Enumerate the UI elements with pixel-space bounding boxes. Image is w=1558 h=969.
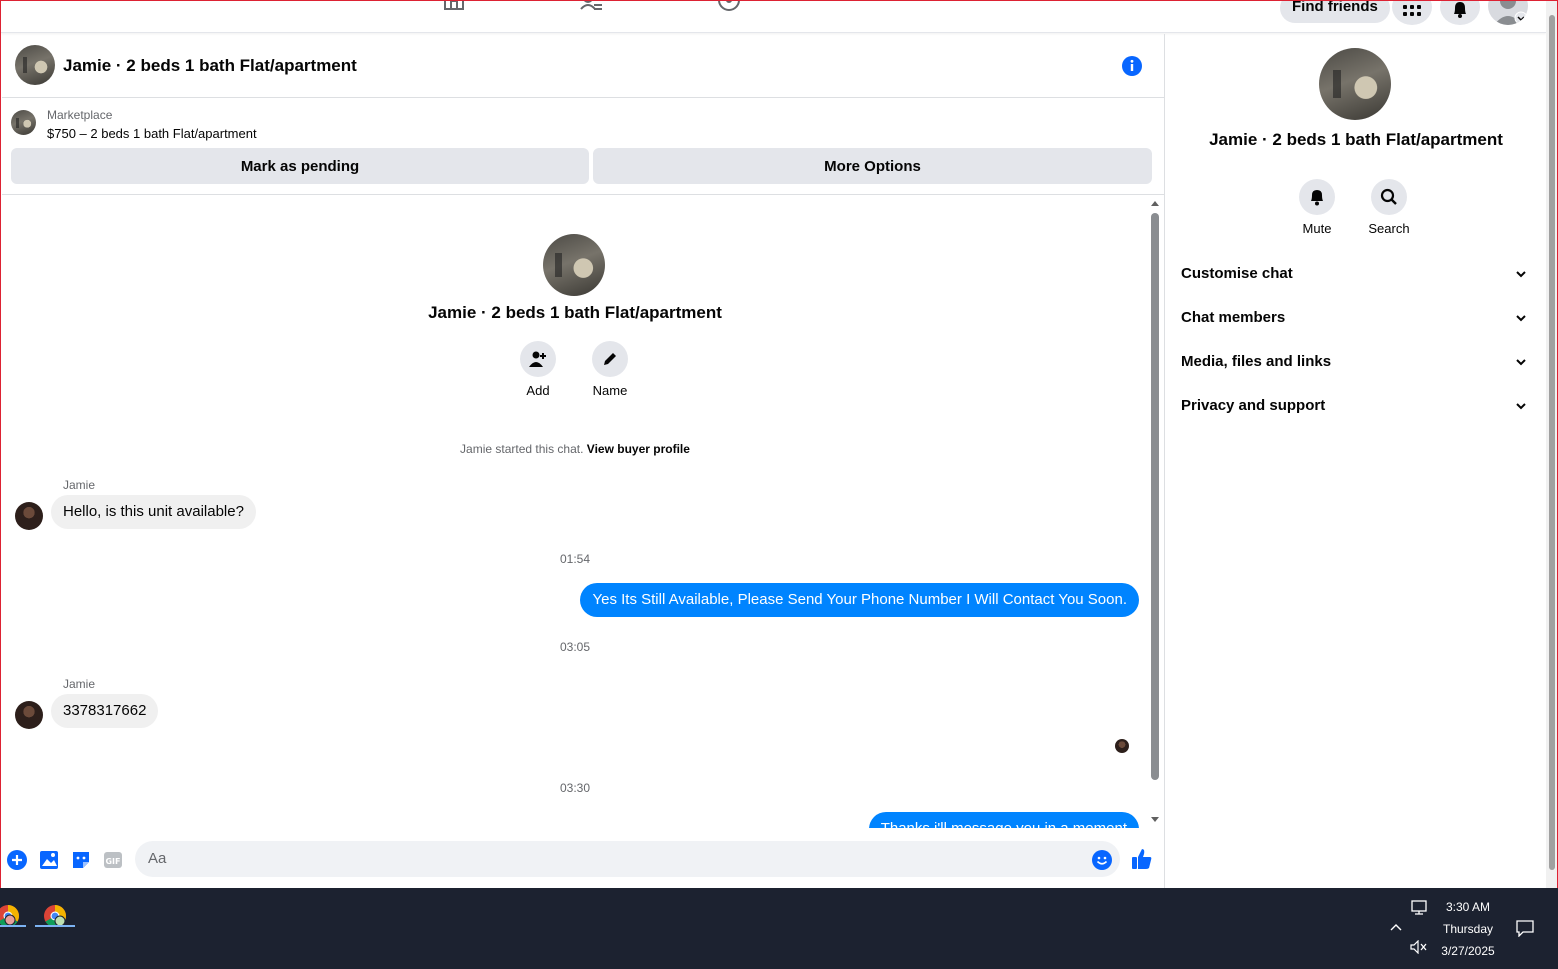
account-avatar[interactable] [1488,1,1528,25]
media-files-links-section[interactable]: Media, files and links [1181,344,1531,380]
listing-title[interactable]: $750 – 2 beds 1 bath Flat/apartment [47,126,257,141]
scroll-down-arrow-icon[interactable] [1151,817,1159,822]
section-label: Privacy and support [1181,397,1326,414]
chat-header: Jamie · 2 beds 1 bath Flat/apartment [2,34,1164,98]
search-action[interactable]: Search [1359,179,1419,236]
bell-icon [1311,190,1323,206]
windows-taskbar: 3:30 AM Thursday 3/27/2025 [0,888,1558,969]
name-label: Name [592,383,628,398]
customise-chat-section[interactable]: Customise chat [1181,256,1531,292]
svg-text:GIF: GIF [105,857,120,866]
mute-action[interactable]: Mute [1287,179,1347,236]
message-scroll-thumb[interactable] [1151,213,1159,780]
incoming-message[interactable]: 3378317662 [51,694,159,728]
chevron-down-icon [1516,359,1526,366]
more-options-button[interactable]: More Options [593,148,1152,184]
message-sender: Jamie [63,478,96,492]
outgoing-message[interactable]: Thanks i'll message you in a moment [868,812,1139,828]
chevron-up-icon[interactable] [1389,922,1403,932]
chrome-profile-icon[interactable] [0,896,28,936]
chat-title[interactable]: Jamie · 2 beds 1 bath Flat/apartment [63,56,357,76]
find-friends-button[interactable]: Find friends [1280,1,1390,23]
clock-date[interactable]: 3/27/2025 [1428,944,1508,958]
mark-as-pending-button[interactable]: Mark as pending [11,148,589,184]
section-label: Media, files and links [1181,353,1332,370]
message-timestamp: 03:05 [559,640,591,654]
add-people-action[interactable]: Add [508,341,568,398]
grid-menu-icon [1403,5,1421,16]
scroll-up-arrow-icon[interactable] [1151,201,1159,206]
menu-button[interactable] [1392,1,1432,25]
pencil-icon [604,353,616,365]
incoming-message[interactable]: Hello, is this unit available? [51,495,256,529]
conversation-details-panel: Jamie · 2 beds 1 bath Flat/apartment Mut… [1164,34,1546,888]
section-label: Chat members [1181,309,1286,326]
thumbs-up-icon[interactable] [1130,847,1154,871]
clock-day[interactable]: Thursday [1428,922,1508,936]
search-icon [1380,188,1397,205]
top-navigation: Find friends [1,1,1546,33]
profile-silhouette-icon [1494,1,1528,25]
chat-members-section[interactable]: Chat members [1181,300,1531,336]
info-icon[interactable] [1121,55,1143,77]
more-actions-icon[interactable] [6,849,28,871]
name-chat-action[interactable]: Name [580,341,640,398]
volume-muted-icon[interactable] [1410,940,1428,954]
chat-started-notice: Jamie started this chat. View buyer prof… [2,442,1148,456]
browser-page: Find friends Jamie · 2 beds 1 bath Flat/… [0,0,1558,888]
search-label: Search [1368,221,1410,236]
message-list[interactable]: Jamie · 2 beds 1 bath Flat/apartment Add… [2,196,1148,828]
active-app-indicator [35,925,75,927]
privacy-support-section[interactable]: Privacy and support [1181,388,1531,424]
add-person-icon [529,351,546,367]
listing-thumbnail[interactable] [15,45,55,85]
details-title: Jamie · 2 beds 1 bath Flat/apartment [1209,130,1503,149]
message-timestamp: 03:30 [559,781,591,795]
sender-avatar[interactable] [15,502,43,530]
notifications-button[interactable] [1440,1,1480,25]
message-sender: Jamie [63,677,96,691]
section-label: Customise chat [1181,265,1293,282]
clock-time[interactable]: 3:30 AM [1428,900,1508,914]
chevron-down-icon [1516,403,1526,410]
add-label: Add [526,383,550,398]
gif-icon[interactable]: GIF [102,849,124,871]
marketplace-bar: Marketplace $750 – 2 beds 1 bath Flat/ap… [2,99,1164,195]
action-center-icon[interactable] [1515,919,1535,937]
outgoing-message[interactable]: Yes Its Still Available, Please Send You… [580,583,1139,617]
started-text: Jamie started this chat. [460,442,584,456]
photo-attach-icon[interactable] [38,849,60,871]
conversation-photo [543,234,605,296]
chrome-icon[interactable] [35,896,75,936]
composer: GIF Aa [2,830,1164,888]
message-input[interactable]: Aa [135,841,1120,877]
details-photo[interactable] [1319,48,1391,120]
emoji-icon[interactable] [1091,849,1113,871]
chevron-down-icon [1516,271,1526,278]
network-icon[interactable] [1410,900,1430,916]
groups-icon[interactable] [716,0,742,17]
bell-icon [1454,2,1466,18]
marketplace-label: Marketplace [47,108,113,122]
listing-thumbnail-small[interactable] [11,110,36,135]
view-buyer-profile-link[interactable]: View buyer profile [587,442,690,456]
marketplace-icon[interactable] [441,0,467,17]
mute-label: Mute [1302,221,1332,236]
conversation-title: Jamie · 2 beds 1 bath Flat/apartment [428,303,722,322]
chevron-down-icon [1516,315,1526,322]
page-scroll-thumb[interactable] [1549,15,1555,870]
active-app-indicator [0,925,26,927]
sticker-icon[interactable] [70,849,92,871]
sender-avatar[interactable] [15,701,43,729]
friends-icon[interactable] [579,0,605,17]
message-timestamp: 01:54 [559,552,591,566]
read-receipt-avatar [1115,739,1129,753]
